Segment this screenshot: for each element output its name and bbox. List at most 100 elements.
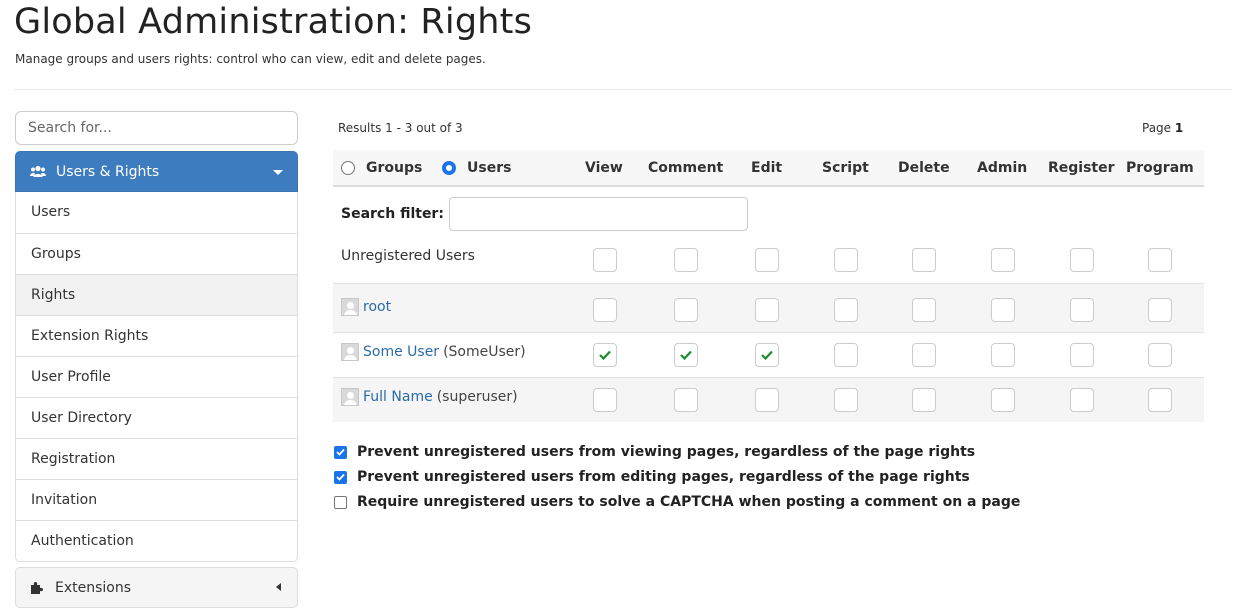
right-checkbox-view[interactable] bbox=[593, 343, 617, 367]
sidebar-item-users[interactable]: Users bbox=[16, 192, 297, 233]
sidebar-item-extension-rights[interactable]: Extension Rights bbox=[16, 315, 297, 356]
right-checkbox-program[interactable] bbox=[1148, 298, 1172, 322]
users-icon bbox=[30, 165, 46, 179]
sidebar-item-authentication[interactable]: Authentication bbox=[16, 520, 297, 561]
chevron-down-icon bbox=[273, 170, 283, 175]
right-checkbox-comment[interactable] bbox=[674, 248, 698, 272]
right-checkbox-program[interactable] bbox=[1148, 248, 1172, 272]
right-checkbox-comment[interactable] bbox=[674, 298, 698, 322]
users-rights-panel-header[interactable]: Users & Rights bbox=[15, 151, 298, 192]
right-checkbox-admin[interactable] bbox=[991, 388, 1015, 412]
row-entity: root bbox=[341, 298, 391, 316]
sidebar-menu: Users Groups Rights Extension Rights User Pr… bbox=[15, 192, 298, 562]
global-option: Require unregistered users to solve a CA… bbox=[334, 494, 1020, 510]
column-header-comment: Comment bbox=[648, 160, 724, 176]
sidebar-item-registration[interactable]: Registration bbox=[16, 438, 297, 479]
users-radio-label: Users bbox=[467, 160, 512, 176]
table-row: root bbox=[333, 283, 1204, 332]
check-icon bbox=[599, 350, 611, 360]
right-checkbox-script[interactable] bbox=[834, 343, 858, 367]
results-count: Results 1 - 3 out of 3 bbox=[338, 121, 463, 135]
avatar bbox=[341, 343, 359, 361]
option-checkbox[interactable] bbox=[334, 470, 347, 484]
avatar bbox=[341, 298, 359, 316]
users-radio[interactable] bbox=[442, 161, 456, 175]
right-checkbox-register[interactable] bbox=[1070, 248, 1094, 272]
column-header-program: Program bbox=[1126, 160, 1194, 176]
right-checkbox-delete[interactable] bbox=[912, 343, 936, 367]
right-checkbox-view[interactable] bbox=[593, 248, 617, 272]
right-checkbox-edit[interactable] bbox=[755, 248, 779, 272]
right-checkbox-admin[interactable] bbox=[991, 298, 1015, 322]
user-link[interactable]: root bbox=[363, 299, 391, 315]
global-option: Prevent unregistered users from editing … bbox=[334, 469, 970, 485]
right-checkbox-edit[interactable] bbox=[755, 343, 779, 367]
table-row: Some User (SomeUser) bbox=[333, 332, 1204, 377]
page-number: 1 bbox=[1174, 121, 1184, 135]
check-icon bbox=[336, 448, 345, 456]
search-filter-input[interactable] bbox=[449, 197, 748, 231]
rights-table-header: Groups Users View Comment Edit Script Delete… bbox=[333, 150, 1204, 187]
right-checkbox-admin[interactable] bbox=[991, 248, 1015, 272]
row-entity: Full Name (superuser) bbox=[341, 388, 518, 406]
right-checkbox-view[interactable] bbox=[593, 388, 617, 412]
option-label: Prevent unregistered users from editing … bbox=[357, 469, 970, 485]
column-header-view: View bbox=[585, 160, 623, 176]
right-checkbox-delete[interactable] bbox=[912, 388, 936, 412]
option-checkbox[interactable] bbox=[334, 445, 347, 459]
right-checkbox-delete[interactable] bbox=[912, 248, 936, 272]
user-link[interactable]: Full Name bbox=[363, 389, 433, 405]
right-checkbox-register[interactable] bbox=[1070, 298, 1094, 322]
sidebar-item-rights[interactable]: Rights bbox=[16, 274, 297, 315]
title-divider bbox=[14, 89, 1232, 90]
right-checkbox-edit[interactable] bbox=[755, 388, 779, 412]
right-checkbox-script[interactable] bbox=[834, 298, 858, 322]
table-row: Unregistered Users bbox=[333, 238, 1204, 283]
sidebar-item-user-directory[interactable]: User Directory bbox=[16, 397, 297, 438]
check-icon bbox=[680, 350, 692, 360]
right-checkbox-view[interactable] bbox=[593, 298, 617, 322]
row-label: Unregistered Users bbox=[341, 248, 475, 264]
right-checkbox-edit[interactable] bbox=[755, 298, 779, 322]
option-label: Prevent unregistered users from viewing … bbox=[357, 444, 976, 460]
sidebar-item-groups[interactable]: Groups bbox=[16, 233, 297, 274]
puzzle-icon bbox=[30, 581, 44, 595]
right-checkbox-delete[interactable] bbox=[912, 298, 936, 322]
right-checkbox-script[interactable] bbox=[834, 248, 858, 272]
user-link[interactable]: Some User bbox=[363, 344, 439, 360]
column-header-admin: Admin bbox=[977, 160, 1028, 176]
extensions-label: Extensions bbox=[55, 579, 132, 596]
page-subtitle: Manage groups and users rights: control … bbox=[15, 52, 486, 66]
option-label: Require unregistered users to solve a CA… bbox=[357, 494, 1021, 510]
panel-title: Users & Rights bbox=[56, 163, 160, 180]
extensions-panel-header[interactable]: Extensions bbox=[15, 567, 298, 608]
column-header-script: Script bbox=[822, 160, 869, 176]
row-entity: Unregistered Users bbox=[341, 248, 475, 264]
right-checkbox-program[interactable] bbox=[1148, 343, 1172, 367]
right-checkbox-script[interactable] bbox=[834, 388, 858, 412]
row-entity: Some User (SomeUser) bbox=[341, 343, 526, 361]
global-option: Prevent unregistered users from viewing … bbox=[334, 444, 975, 460]
chevron-left-icon bbox=[276, 583, 281, 591]
option-checkbox[interactable] bbox=[334, 495, 347, 509]
column-header-delete: Delete bbox=[898, 160, 950, 176]
page-indicator: Page 1 bbox=[1142, 121, 1183, 135]
column-header-register: Register bbox=[1048, 160, 1115, 176]
search-filter-label: Search filter: bbox=[341, 206, 444, 222]
right-checkbox-register[interactable] bbox=[1070, 343, 1094, 367]
username: (superuser) bbox=[436, 389, 518, 405]
sidebar-item-user-profile[interactable]: User Profile bbox=[16, 356, 297, 397]
table-row: Full Name (superuser) bbox=[333, 377, 1204, 422]
right-checkbox-admin[interactable] bbox=[991, 343, 1015, 367]
right-checkbox-comment[interactable] bbox=[674, 343, 698, 367]
sidebar-search-input[interactable] bbox=[15, 111, 298, 145]
right-checkbox-program[interactable] bbox=[1148, 388, 1172, 412]
right-checkbox-register[interactable] bbox=[1070, 388, 1094, 412]
page-title: Global Administration: Rights bbox=[14, 2, 532, 42]
groups-radio-label: Groups bbox=[366, 160, 423, 176]
sidebar-item-invitation[interactable]: Invitation bbox=[16, 479, 297, 520]
check-icon bbox=[336, 473, 345, 481]
groups-radio[interactable] bbox=[341, 161, 355, 175]
right-checkbox-comment[interactable] bbox=[674, 388, 698, 412]
column-header-edit: Edit bbox=[751, 160, 783, 176]
